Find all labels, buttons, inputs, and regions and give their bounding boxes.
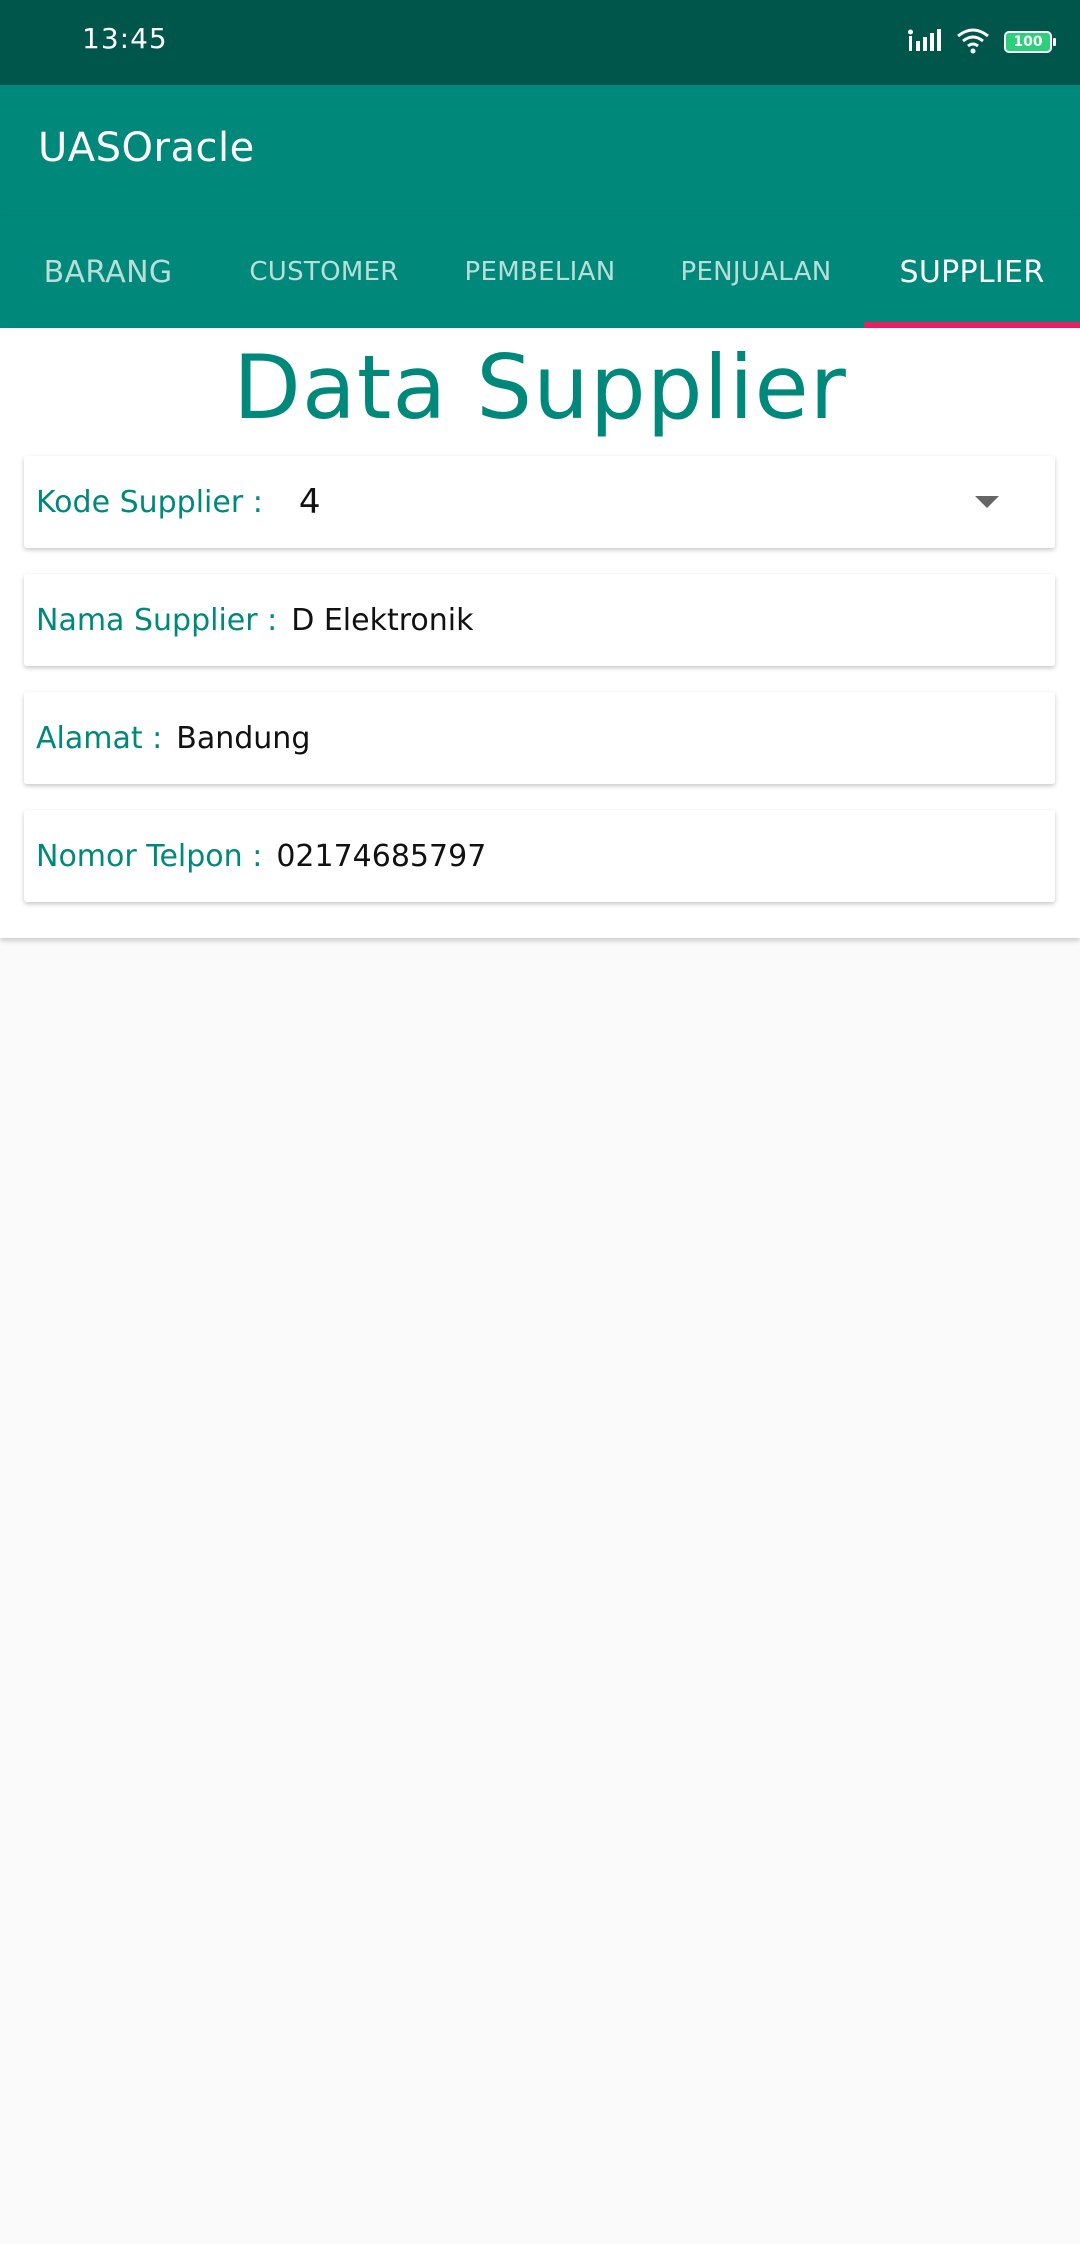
nama-supplier-field[interactable]: Nama Supplier : D Elektronik bbox=[24, 574, 1055, 666]
wifi-icon bbox=[956, 26, 990, 58]
status-icons: 100 bbox=[908, 24, 1056, 60]
alamat-label: Alamat : bbox=[36, 720, 163, 756]
status-time: 13:45 bbox=[82, 22, 168, 55]
alamat-input[interactable]: Bandung bbox=[176, 721, 310, 756]
kode-supplier-value[interactable]: 4 bbox=[299, 482, 321, 522]
tab-penjualan[interactable]: PENJUALAN bbox=[648, 216, 864, 328]
battery-level: 100 bbox=[1013, 34, 1043, 50]
nama-supplier-label: Nama Supplier : bbox=[36, 602, 278, 638]
tab-barang[interactable]: BARANG bbox=[0, 216, 216, 328]
kode-supplier-label: Kode Supplier : bbox=[36, 484, 263, 520]
nomor-telpon-field[interactable]: Nomor Telpon : 02174685797 bbox=[24, 810, 1055, 902]
tab-supplier[interactable]: SUPPLIER bbox=[864, 216, 1080, 328]
page-title: Data Supplier bbox=[233, 336, 847, 439]
tab-pembelian[interactable]: PEMBELIAN bbox=[432, 216, 648, 328]
dropdown-arrow-icon[interactable] bbox=[975, 496, 999, 508]
supplier-form-card: Data Supplier Kode Supplier : 4 Nama Sup… bbox=[0, 328, 1080, 938]
battery-icon: 100 bbox=[1004, 31, 1056, 53]
app-title: UASOracle bbox=[38, 125, 255, 171]
nomor-telpon-label: Nomor Telpon : bbox=[36, 838, 263, 874]
tab-bar: BARANG CUSTOMER PEMBELIAN PENJUALAN SUPP… bbox=[0, 216, 1080, 328]
alamat-field[interactable]: Alamat : Bandung bbox=[24, 692, 1055, 784]
app-bar: UASOracle bbox=[0, 85, 1080, 216]
kode-supplier-dropdown[interactable]: Kode Supplier : 4 bbox=[24, 456, 1055, 548]
signal-icon bbox=[908, 27, 942, 57]
nama-supplier-input[interactable]: D Elektronik bbox=[291, 603, 473, 638]
tab-customer[interactable]: CUSTOMER bbox=[216, 216, 432, 328]
nomor-telpon-input[interactable]: 02174685797 bbox=[276, 839, 486, 874]
status-bar: 13:45 100 bbox=[0, 0, 1080, 85]
